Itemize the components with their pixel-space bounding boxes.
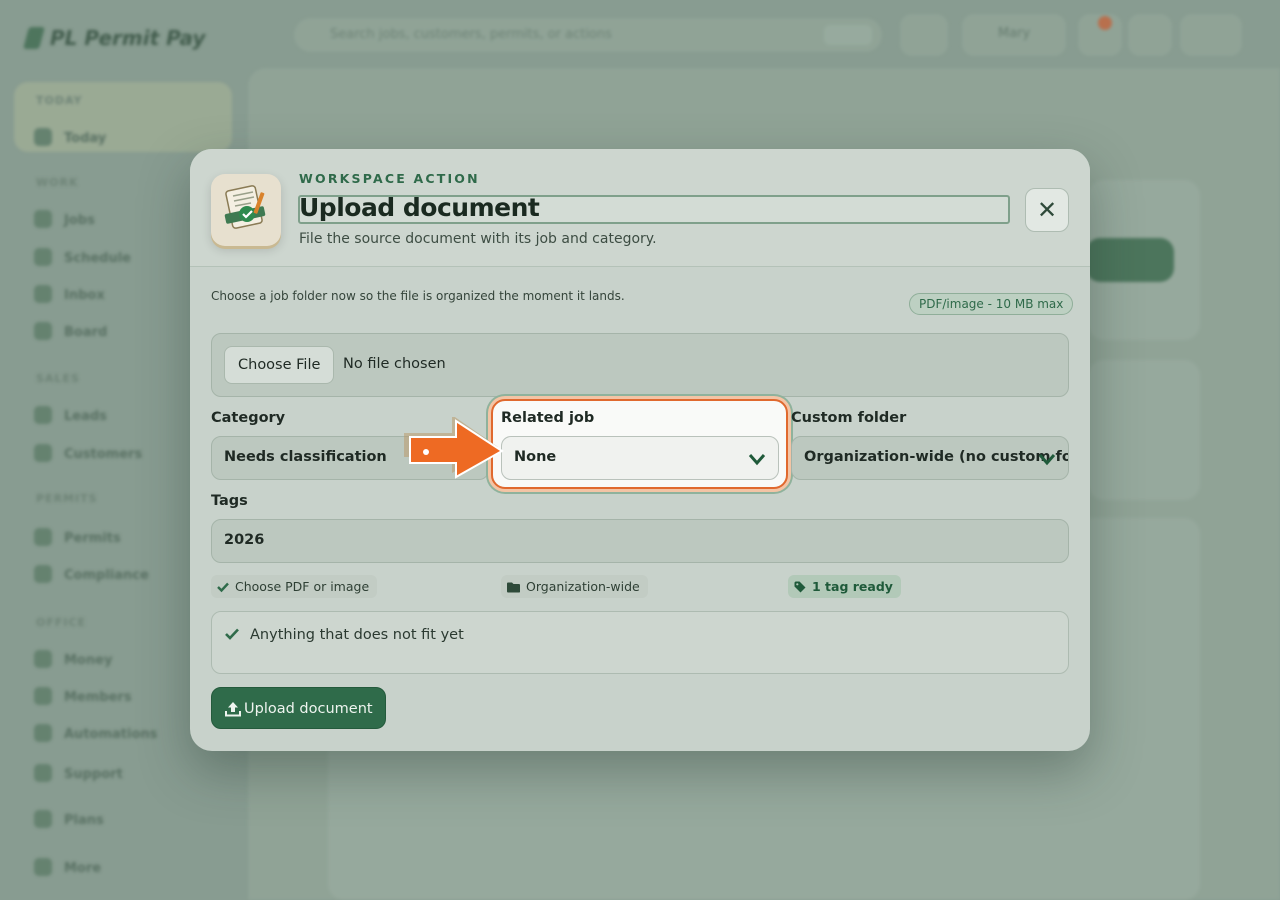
chevron-down-icon <box>748 454 766 466</box>
category-note-text: Anything that does not fit yet <box>250 627 464 643</box>
document-check-graphic <box>224 185 266 229</box>
category-label: Category <box>211 410 286 426</box>
tags-input[interactable]: 2026 <box>211 519 1069 563</box>
custom-folder-label: Custom folder <box>791 410 907 426</box>
folder-icon <box>507 582 520 593</box>
dialog-eyebrow: WORKSPACE ACTION <box>299 171 480 186</box>
dialog-hint: Choose a job folder now so the file is o… <box>211 289 625 303</box>
close-icon: ✕ <box>1036 196 1058 224</box>
category-value: Needs classification <box>224 449 387 465</box>
related-job-select[interactable]: None <box>501 436 779 480</box>
dialog-title: Upload document <box>299 193 540 222</box>
custom-folder-select[interactable]: Organization-wide (no custom folder) <box>791 436 1069 480</box>
tags-value: 2026 <box>224 532 265 548</box>
upload-button-label: Upload document <box>244 701 373 717</box>
check-icon <box>217 582 229 593</box>
file-status-chip: Choose PDF or image <box>211 575 378 598</box>
tag-icon <box>794 581 806 593</box>
chip-text: 1 tag ready <box>812 579 893 594</box>
close-button[interactable]: ✕ <box>1025 188 1069 232</box>
chip-text: Choose PDF or image <box>235 579 370 594</box>
file-limit-badge: PDF/image - 10 MB max <box>909 293 1074 315</box>
tags-label: Tags <box>211 493 248 509</box>
related-job-label: Related job <box>501 410 595 426</box>
category-note: Anything that does not fit yet <box>211 611 1069 674</box>
file-status: No file chosen <box>343 356 446 372</box>
folder-status-chip: Organization-wide <box>501 575 648 598</box>
document-check-icon <box>211 174 281 246</box>
custom-folder-value: Organization-wide (no custom folder) <box>804 449 1068 465</box>
dialog-subtitle: File the source document with its job an… <box>299 231 657 247</box>
tag-status-chip: 1 tag ready <box>788 575 901 598</box>
upload-icon <box>225 702 241 717</box>
check-icon <box>225 628 239 640</box>
file-input[interactable]: Choose File No file chosen <box>211 333 1069 397</box>
upload-document-dialog: WORKSPACE ACTION Upload document File th… <box>190 149 1090 751</box>
choose-file-button[interactable]: Choose File <box>224 346 335 384</box>
upload-document-button[interactable]: Upload document <box>211 687 386 729</box>
dialog-header: WORKSPACE ACTION Upload document File th… <box>190 149 1090 267</box>
related-job-value: None <box>514 449 557 465</box>
chevron-down-icon <box>1038 454 1056 466</box>
chip-text: Organization-wide <box>526 579 640 594</box>
pointer-arrow-icon <box>404 417 504 479</box>
